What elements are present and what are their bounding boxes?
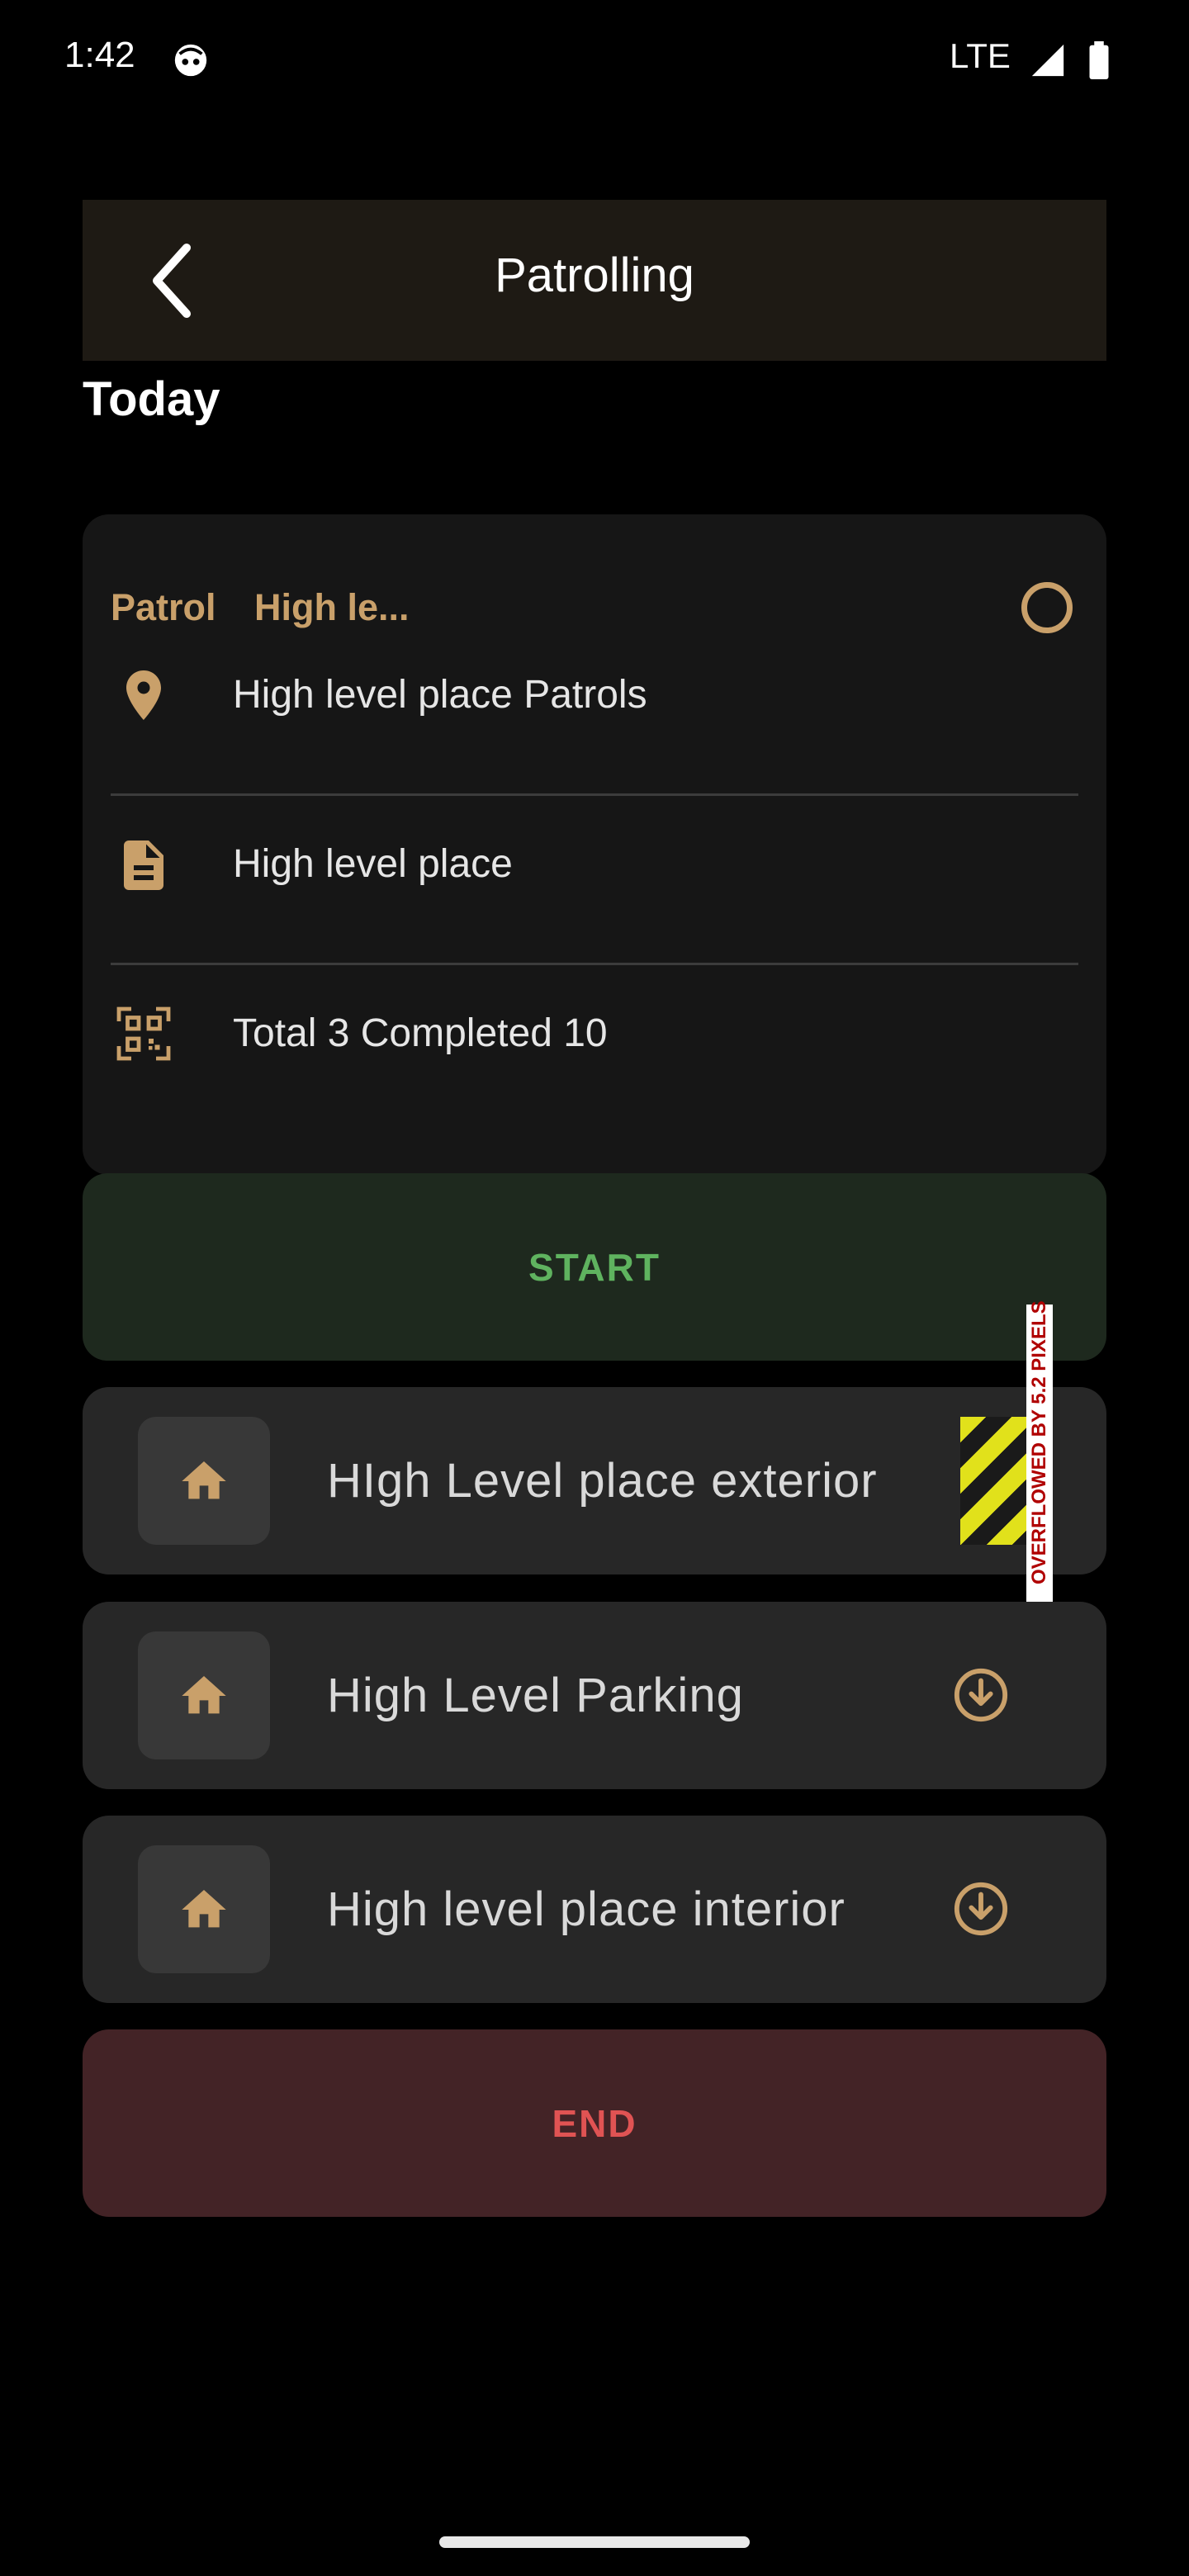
divider xyxy=(111,793,1078,796)
patrol-location: High level place Patrols xyxy=(233,673,647,717)
overflow-warning-text: OVERFLOWED BY 5.2 PIXELS xyxy=(1028,1300,1050,1584)
place-label: High level place interior xyxy=(327,1882,846,1936)
signal-icon xyxy=(1031,44,1064,77)
end-button[interactable]: END xyxy=(83,2029,1106,2217)
home-icon xyxy=(182,1890,226,1928)
home-icon xyxy=(182,1461,226,1499)
download-circle-icon[interactable] xyxy=(952,1666,1010,1724)
place-icon-box xyxy=(138,1631,270,1759)
place-label: High Level Parking xyxy=(327,1669,744,1722)
overflow-warning-stripes xyxy=(960,1417,1026,1545)
document-icon xyxy=(124,841,163,890)
network-type: LTE xyxy=(950,36,1011,75)
page-title: Patrolling xyxy=(495,249,694,302)
patrol-counts: Total 3 Completed 10 xyxy=(233,1011,608,1055)
home-indicator[interactable] xyxy=(439,2536,750,2548)
patrol-select-radio[interactable] xyxy=(1021,582,1073,633)
notification-face-icon xyxy=(174,44,207,77)
qr-scan-icon xyxy=(116,1006,171,1061)
place-icon-box xyxy=(138,1417,270,1545)
patrol-name: High le... xyxy=(254,586,410,628)
battery-icon xyxy=(1089,41,1109,79)
download-circle-icon[interactable] xyxy=(952,1880,1010,1938)
location-pin-icon xyxy=(126,670,161,720)
section-heading: Today xyxy=(83,372,220,426)
home-icon xyxy=(182,1676,226,1714)
place-icon-box xyxy=(138,1845,270,1973)
patrol-label: Patrol xyxy=(111,586,216,628)
start-button[interactable]: START xyxy=(83,1173,1106,1361)
status-time: 1:42 xyxy=(64,35,135,75)
divider xyxy=(111,963,1078,965)
place-label: HIgh Level place exterior xyxy=(327,1454,878,1508)
patrol-description: High level place xyxy=(233,842,513,886)
